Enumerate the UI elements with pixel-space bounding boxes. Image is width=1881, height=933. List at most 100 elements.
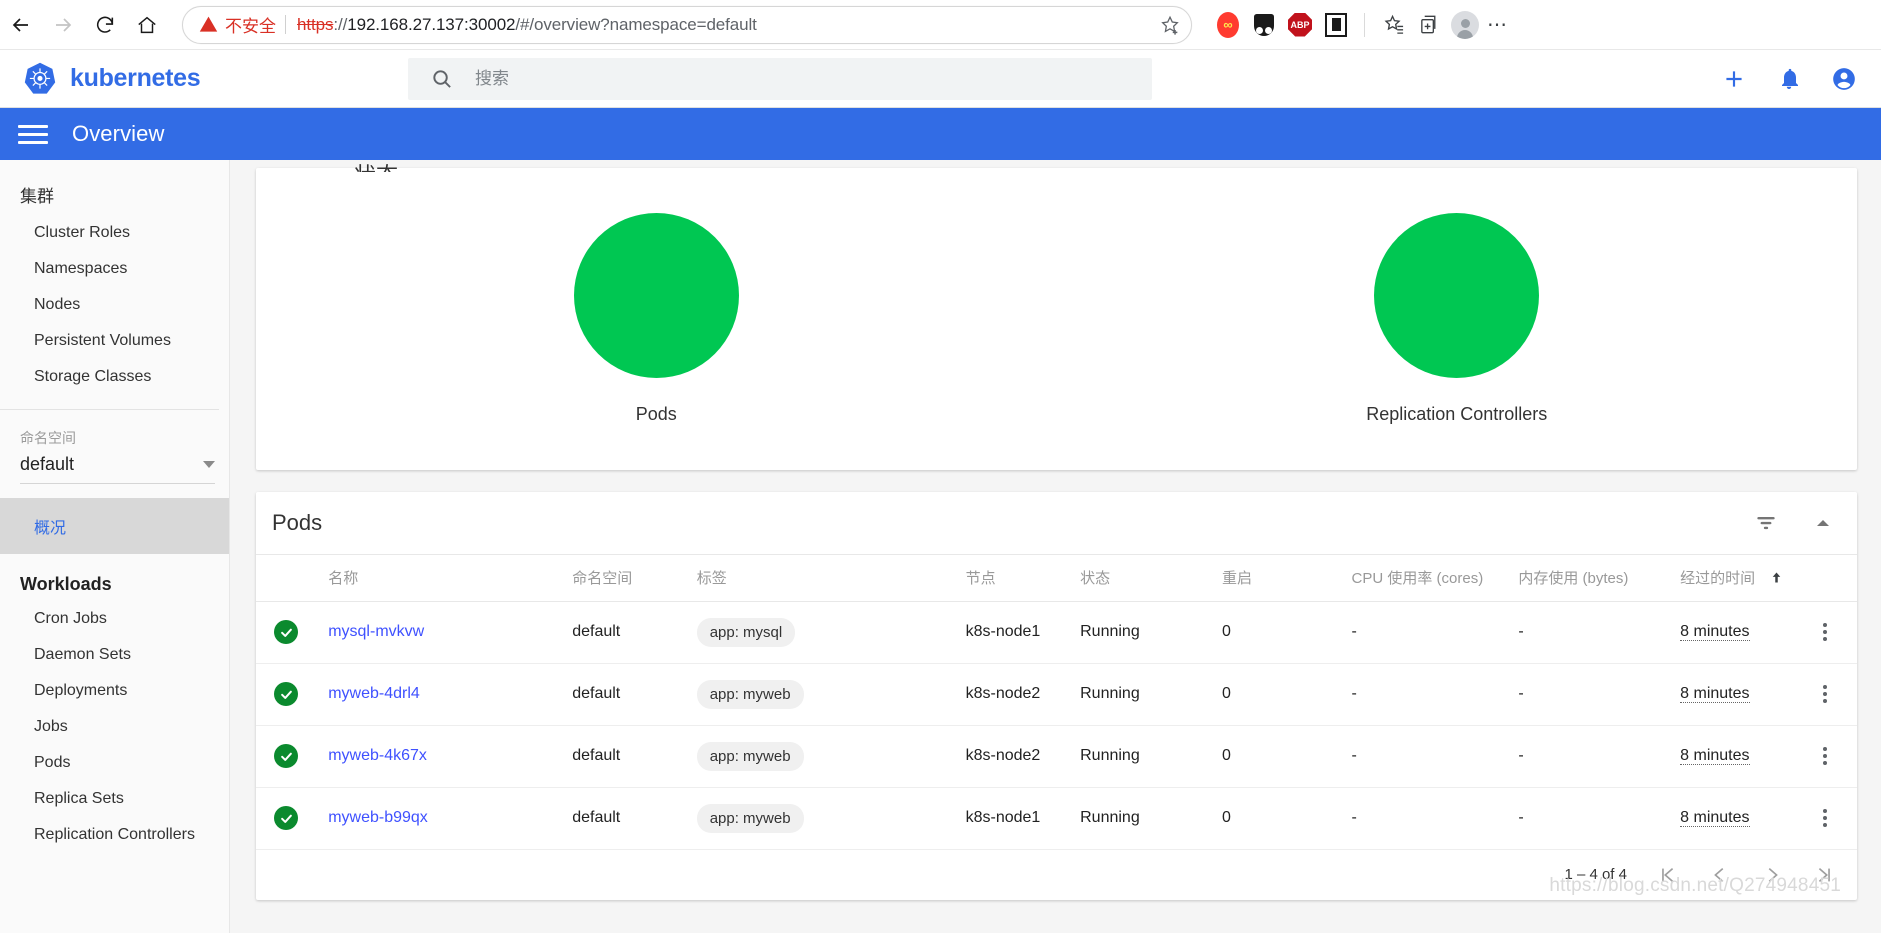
- col-namespace[interactable]: 命名空间: [572, 554, 697, 602]
- next-page-button[interactable]: [1761, 864, 1783, 886]
- account-circle-icon: [1833, 67, 1855, 90]
- kebab-menu-icon[interactable]: [1792, 809, 1857, 828]
- arrow-left-icon: [12, 17, 28, 32]
- row-node: k8s-node1: [965, 601, 1081, 664]
- sidebar-item-replica-sets[interactable]: Replica Sets: [0, 781, 229, 817]
- first-page-button[interactable]: [1657, 864, 1679, 886]
- col-labels[interactable]: 标签: [696, 554, 966, 602]
- row-restarts: 0: [1222, 663, 1352, 726]
- sidebar-item-pods[interactable]: Pods: [0, 745, 229, 781]
- pod-name-link[interactable]: myweb-4k67x: [328, 747, 427, 764]
- sidebar-item-cluster-roles[interactable]: Cluster Roles: [0, 215, 229, 251]
- col-age-label: 经过的时间: [1680, 570, 1756, 587]
- row-memory: -: [1518, 725, 1681, 788]
- reload-button[interactable]: [84, 4, 126, 46]
- forward-button[interactable]: [42, 4, 84, 46]
- row-age: 8 minutes: [1680, 787, 1793, 850]
- status-ok-icon: [274, 744, 298, 769]
- row-namespace: default: [572, 601, 697, 664]
- sidebar-item-storage-classes[interactable]: Storage Classes: [0, 359, 229, 395]
- sidebar-item-jobs[interactable]: Jobs: [0, 709, 229, 745]
- infinity-extension-icon[interactable]: ∞: [1212, 9, 1244, 41]
- table-row[interactable]: myweb-4k67x default app: myweb k8s-node2…: [256, 725, 1857, 788]
- previous-page-button[interactable]: [1709, 864, 1731, 886]
- bookmark-button[interactable]: [1159, 14, 1181, 36]
- col-cpu-usage[interactable]: CPU 使用率 (cores): [1351, 554, 1519, 602]
- app-body: 集群 Cluster Roles Namespaces Nodes Persis…: [0, 160, 1881, 933]
- filter-icon[interactable]: [1753, 510, 1779, 536]
- brand-area[interactable]: kubernetes: [0, 61, 408, 97]
- col-state[interactable]: 状态: [1080, 554, 1223, 602]
- row-cpu: -: [1351, 725, 1519, 788]
- sidebar-item-replication-controllers[interactable]: Replication Controllers: [0, 817, 229, 853]
- last-page-button[interactable]: [1813, 864, 1835, 886]
- favorites-button[interactable]: [1377, 9, 1409, 41]
- not-secure-warning-icon: [199, 15, 218, 34]
- sidebar-item-daemon-sets[interactable]: Daemon Sets: [0, 637, 229, 673]
- col-name[interactable]: 名称: [328, 554, 573, 602]
- extensions-strip: ∞ ABP ⋯: [1198, 9, 1514, 41]
- sidebar-item-overview[interactable]: 概况: [0, 498, 229, 554]
- row-age-value: 8 minutes: [1680, 809, 1750, 828]
- pods-table-body: mysql-mvkvw default app: mysql k8s-node1…: [256, 601, 1857, 850]
- address-bar[interactable]: 不安全 https://192.168.27.137:30002/#/overv…: [182, 5, 1192, 44]
- col-age[interactable]: 经过的时间: [1680, 554, 1793, 602]
- col-node[interactable]: 节点: [965, 554, 1081, 602]
- back-button[interactable]: [0, 4, 42, 46]
- sidebar-item-persistent-volumes[interactable]: Persistent Volumes: [0, 323, 229, 359]
- sidebar-item-namespaces[interactable]: Namespaces: [0, 251, 229, 287]
- status-ok-icon: [274, 620, 298, 645]
- row-age: 8 minutes: [1680, 601, 1793, 664]
- home-button[interactable]: [126, 4, 168, 46]
- pod-name-link[interactable]: myweb-b99qx: [328, 809, 428, 826]
- pods-table: 名称 命名空间 标签 节点 状态 重启 CPU 使用率 (cores) 内存使用…: [256, 554, 1857, 850]
- table-row[interactable]: myweb-b99qx default app: myweb k8s-node1…: [256, 787, 1857, 850]
- collections-button[interactable]: [1413, 9, 1445, 41]
- kebab-menu-icon[interactable]: [1792, 747, 1857, 766]
- row-status-icon: [256, 787, 329, 850]
- kebab-menu-icon[interactable]: [1792, 685, 1857, 704]
- pods-card-actions: [1753, 510, 1835, 536]
- namespace-selector[interactable]: default: [20, 454, 215, 484]
- row-restarts: 0: [1222, 787, 1352, 850]
- col-memory-usage[interactable]: 内存使用 (bytes): [1518, 554, 1681, 602]
- row-menu[interactable]: [1792, 663, 1857, 726]
- notifications-button[interactable]: [1777, 67, 1801, 91]
- row-memory: -: [1518, 601, 1681, 664]
- kebab-menu-icon[interactable]: [1792, 623, 1857, 642]
- pods-header-row: 名称 命名空间 标签 节点 状态 重启 CPU 使用率 (cores) 内存使用…: [256, 554, 1857, 602]
- arrow-up-icon: [1769, 570, 1784, 589]
- row-menu[interactable]: [1792, 787, 1857, 850]
- hamburger-menu-icon[interactable]: [18, 124, 48, 144]
- omnibox-divider: [285, 15, 286, 34]
- chevron-up-icon[interactable]: [1811, 511, 1835, 535]
- profile-button[interactable]: [1449, 9, 1481, 41]
- sidebar-item-deployments[interactable]: Deployments: [0, 673, 229, 709]
- row-menu[interactable]: [1792, 725, 1857, 788]
- sidebar-group-workloads: Workloads: [20, 574, 112, 594]
- col-status-icon: [256, 554, 329, 602]
- chart-replication-controllers: Replication Controllers: [1057, 213, 1858, 425]
- account-button[interactable]: [1831, 66, 1857, 92]
- search-input[interactable]: [475, 68, 1152, 89]
- pod-name-link[interactable]: myweb-4drl4: [328, 685, 420, 702]
- dark-reader-extension-icon[interactable]: [1248, 9, 1280, 41]
- chart-pods: Pods: [256, 213, 1057, 425]
- pods-card-title: Pods: [272, 510, 323, 535]
- sidebar-item-nodes[interactable]: Nodes: [0, 287, 229, 323]
- browser-more-button[interactable]: ⋯: [1485, 12, 1514, 37]
- status-card-title: 状态: [354, 160, 398, 172]
- row-memory: -: [1518, 663, 1681, 726]
- table-row[interactable]: myweb-4drl4 default app: myweb k8s-node2…: [256, 663, 1857, 726]
- adblock-plus-extension-icon[interactable]: ABP: [1284, 9, 1316, 41]
- table-row[interactable]: mysql-mvkvw default app: mysql k8s-node1…: [256, 601, 1857, 664]
- sidebar-item-cron-jobs[interactable]: Cron Jobs: [0, 601, 229, 637]
- reader-mode-extension-icon[interactable]: [1320, 9, 1352, 41]
- pod-name-link[interactable]: mysql-mvkvw: [328, 623, 424, 640]
- col-restarts[interactable]: 重启: [1222, 554, 1352, 602]
- global-search[interactable]: [408, 57, 1152, 100]
- col-row-menu: [1792, 554, 1857, 602]
- row-menu[interactable]: [1792, 601, 1857, 664]
- create-resource-button[interactable]: [1721, 66, 1747, 92]
- namespace-selected-value: default: [20, 454, 75, 474]
